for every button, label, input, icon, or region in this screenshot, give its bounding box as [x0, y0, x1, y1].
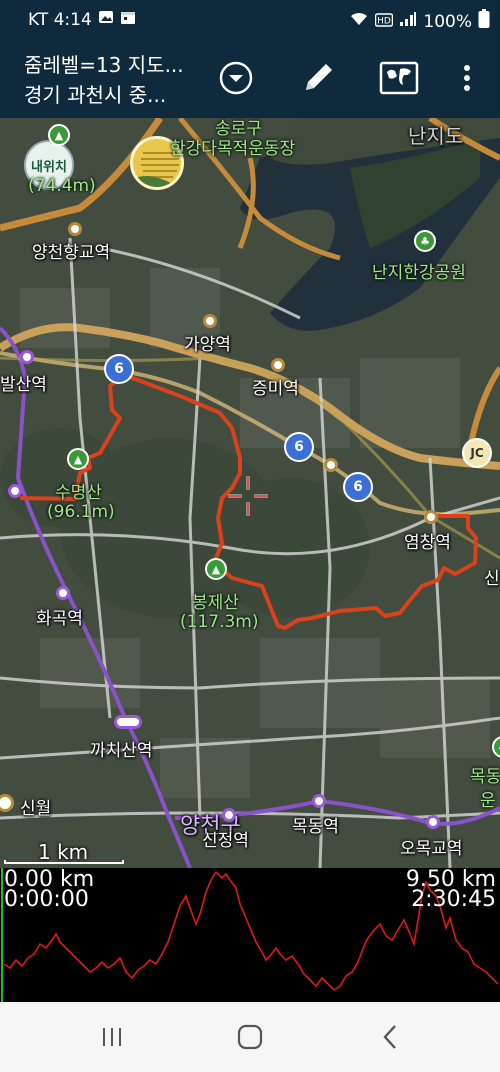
edit-button[interactable] [294, 54, 342, 102]
label-yangcheon: 양천향교역 [32, 243, 111, 263]
elevation-profile[interactable]: 0.00 km 0:00:00 9.50 km 2:30:45 [0, 868, 500, 1002]
label-nanjido: 난지도 [408, 124, 464, 148]
station-marker [68, 222, 82, 236]
peak-icon: ▲ [48, 124, 70, 146]
recent-apps-icon [103, 1028, 121, 1046]
app-bar: 줌레벨=13 지도... 경기 과천시 중... [0, 40, 500, 118]
junction-label: JC [470, 446, 484, 460]
station-marker [271, 358, 285, 372]
title-zoom-line: 줌레벨=13 지도... [24, 53, 184, 77]
my-location-label: 내위치 [31, 159, 67, 175]
app-title[interactable]: 줌레벨=13 지도... 경기 과천시 중... [24, 50, 184, 110]
dropdown-button[interactable] [212, 54, 260, 102]
status-left: KT 4:14 [28, 9, 136, 30]
station-marker [424, 510, 438, 524]
label-omokgyo: 오목교역 [400, 839, 463, 859]
station-marker [56, 586, 70, 600]
back-icon [383, 1025, 396, 1049]
highway-number: 6 [294, 439, 304, 455]
label-gayang: 가양역 [184, 335, 231, 355]
highway-shield: 6 [343, 472, 373, 502]
label-elev-117: (117.3m) [180, 612, 259, 632]
label-sin: 신 [484, 569, 500, 589]
label-nanji-park: 난지한강공원 [372, 263, 466, 283]
label-sinwol: 신월 [20, 799, 52, 819]
peak-icon: ▲ [67, 448, 89, 470]
title-location-line: 경기 과천시 중... [24, 83, 167, 107]
map-view-button[interactable] [375, 54, 423, 102]
hd-icon: HD [375, 12, 394, 32]
system-nav-bar [0, 1002, 500, 1072]
junction-marker: JC [462, 438, 492, 468]
station-transfer-marker [114, 715, 142, 729]
label-elev-74: (74.4m) [28, 176, 96, 196]
label-jeungmi: 증미역 [252, 379, 299, 399]
chevron-down-circle-icon [219, 61, 253, 95]
signal-icon [399, 11, 417, 32]
station-marker [312, 794, 326, 808]
back-button[interactable] [370, 1019, 410, 1055]
map-view[interactable]: 내위치 송로구 한강다목적운동장 난지도 (74.4m) ▲ 양천향교역 ♣ 난… [0, 118, 500, 868]
label-mok: 목동 [470, 767, 500, 787]
world-map-icon [379, 61, 419, 95]
calendar-icon [120, 9, 136, 30]
park-icon: ♣ [414, 230, 436, 252]
status-right: HD 100% [349, 9, 490, 34]
highway-number: 6 [114, 361, 124, 377]
station-marker [20, 350, 34, 364]
battery-percent: 100% [423, 11, 472, 32]
station-marker [324, 458, 338, 472]
label-mokdong: 목동역 [292, 817, 339, 837]
scale-bar [4, 860, 124, 864]
start-time: 0:00:00 [4, 887, 89, 912]
label-sinjeong: 신정역 [202, 831, 249, 851]
label-un: 운 [480, 791, 496, 811]
label-balsan: 발산역 [0, 375, 47, 395]
battery-icon [478, 9, 490, 34]
label-hwagok: 화곡역 [36, 609, 83, 629]
more-vertical-icon [464, 65, 470, 91]
label-yeomchang: 염창역 [404, 533, 451, 553]
end-time: 2:30:45 [411, 887, 496, 912]
station-marker [8, 484, 22, 498]
label-hangang-field: 한강다목적운동장 [170, 139, 296, 159]
gallery-icon [98, 9, 114, 30]
svg-text:HD: HD [378, 16, 392, 26]
label-elev-96: (96.1m) [47, 502, 115, 522]
pencil-icon [306, 64, 332, 90]
carrier-time: KT 4:14 [28, 9, 92, 30]
label-susan: 수명산 [55, 483, 102, 503]
label-kkachisan: 까치산역 [90, 741, 153, 761]
highway-number: 6 [353, 479, 363, 495]
station-marker [222, 808, 236, 822]
label-bongje: 봉제산 [192, 593, 239, 613]
highway-shield: 6 [104, 354, 134, 384]
home-button[interactable] [230, 1019, 270, 1055]
peak-icon: ▲ [205, 558, 227, 580]
station-marker [426, 815, 440, 829]
more-options-button[interactable] [443, 54, 491, 102]
wifi-icon [349, 11, 369, 32]
crosshair-icon [228, 476, 268, 516]
highway-shield: 6 [284, 432, 314, 462]
recent-apps-button[interactable] [92, 1019, 132, 1055]
status-bar: KT 4:14 HD 100% [0, 0, 500, 40]
station-marker [203, 314, 217, 328]
home-icon [237, 1024, 263, 1050]
